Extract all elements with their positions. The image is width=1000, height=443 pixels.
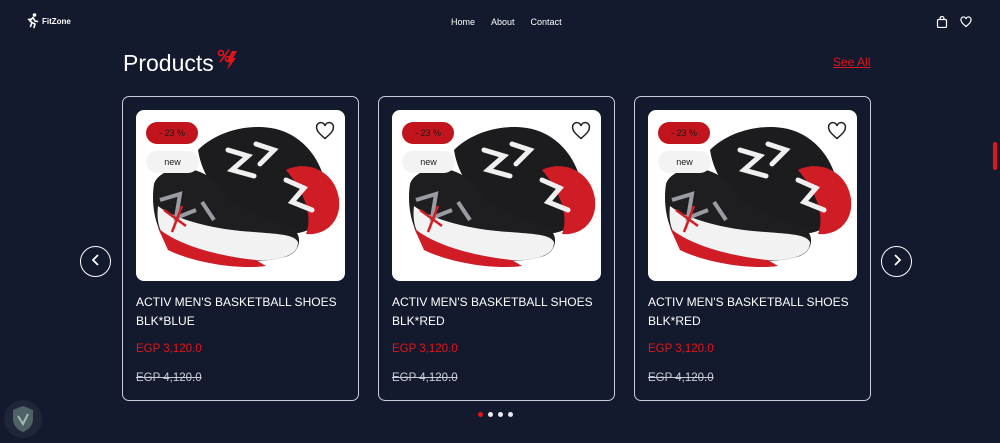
discount-badge: - 23 % [658,122,710,144]
logo[interactable]: FitZone [26,13,71,29]
nav-links: Home About Contact [451,17,562,27]
section-title: Products [123,47,238,77]
new-badge: new [146,151,199,173]
carousel-dot[interactable] [508,412,513,417]
product-old-price: EGP 4,120.0 [136,372,202,384]
carousel-dot[interactable] [498,412,503,417]
carousel-next-button[interactable] [881,246,912,277]
nav-link-contact[interactable]: Contact [531,17,562,27]
product-price: EGP 3,120.0 [392,343,458,355]
new-badge: new [658,151,711,173]
heart-icon[interactable] [960,15,972,28]
product-name[interactable]: ACTIV MEN'S BASKETBALL SHOES BLK*BLUE [136,293,351,331]
shopping-bag-icon[interactable] [936,15,948,29]
product-name[interactable]: ACTIV MEN'S BASKETBALL SHOES BLK*RED [392,293,607,331]
product-card[interactable]: - 23 % new ACTIV MEN'S BASKETBALL SHOES … [378,96,615,401]
chevron-left-icon [91,253,101,271]
product-old-price: EGP 4,120.0 [648,372,714,384]
shield-watermark-icon [2,398,44,440]
see-all-link[interactable]: See All [833,55,870,69]
discount-badge: - 23 % [146,122,198,144]
running-man-icon [26,13,39,29]
logo-text: FitZone [42,16,71,26]
favorite-heart-icon[interactable] [315,121,335,141]
navbar: FitZone Home About Contact [0,0,1000,45]
favorite-heart-icon[interactable] [827,121,847,141]
product-image-frame[interactable]: - 23 % new [648,110,857,281]
nav-link-about[interactable]: About [491,17,515,27]
discount-badge: - 23 % [402,122,454,144]
new-badge: new [402,151,455,173]
percent-lightning-icon [216,47,238,77]
favorite-heart-icon[interactable] [571,121,591,141]
product-price: EGP 3,120.0 [648,343,714,355]
nav-link-home[interactable]: Home [451,17,475,27]
product-card[interactable]: - 23 % new ACTIV MEN'S BASKETBALL SHOES … [634,96,871,401]
product-name[interactable]: ACTIV MEN'S BASKETBALL SHOES BLK*RED [648,293,863,331]
carousel-dots [478,412,513,417]
carousel-prev-button[interactable] [80,246,111,277]
carousel-dot[interactable] [478,412,483,417]
product-price: EGP 3,120.0 [136,343,202,355]
product-image-frame[interactable]: - 23 % new [392,110,601,281]
product-card[interactable]: - 23 % new ACTIV MEN'S BASKETBALL SHOES … [122,96,359,401]
nav-icons [936,15,972,29]
carousel-dot[interactable] [488,412,493,417]
scrollbar-thumb[interactable] [993,142,997,170]
section-title-text: Products [123,50,214,76]
chevron-right-icon [892,253,902,271]
product-image-frame[interactable]: - 23 % new [136,110,345,281]
product-old-price: EGP 4,120.0 [392,372,458,384]
